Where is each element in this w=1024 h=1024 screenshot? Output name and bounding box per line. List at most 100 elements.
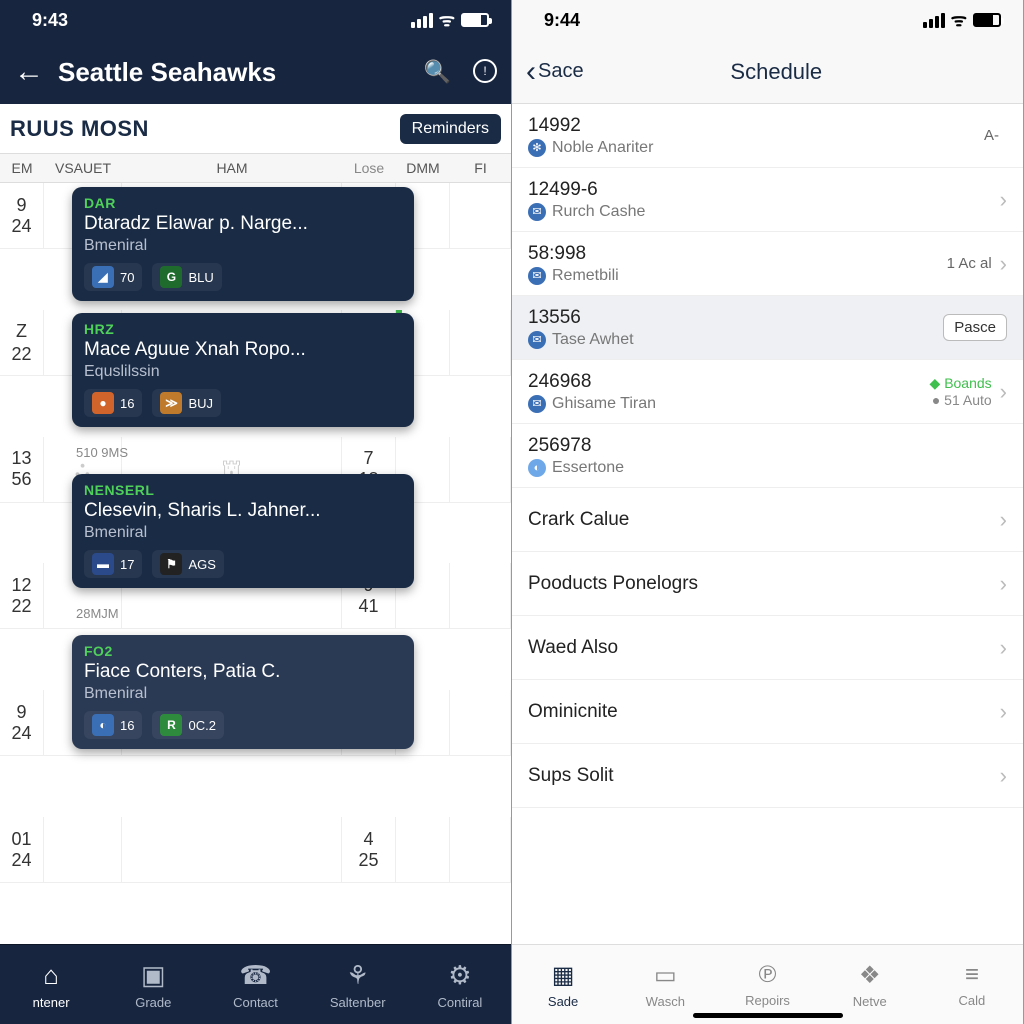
team-logo: R — [160, 714, 182, 736]
list-item[interactable]: 256978◐Essertone — [512, 424, 1023, 488]
row-title: Sups Solit — [528, 765, 1000, 787]
row-title: Crark Calue — [528, 509, 1000, 531]
row-number: 12499-6 — [528, 179, 1000, 201]
row-subtitle: ✉Remetbili — [528, 267, 947, 285]
tab-contact[interactable]: ☎Contact — [204, 945, 306, 1024]
chevron-right-icon: › — [1000, 187, 1007, 213]
list-item[interactable]: 58:998 ✉Remetbili1 Ac al › — [512, 232, 1023, 296]
status-bar: 9:44 ᯤ — [512, 0, 1023, 40]
search-icon[interactable]: 🔍 — [424, 59, 451, 85]
row-type-icon: ✉ — [528, 331, 546, 349]
signal-icon — [923, 13, 945, 28]
status-badge: ● 51 Auto — [932, 392, 992, 408]
team-logo: ● — [92, 392, 114, 414]
team-logo: ◐ — [92, 714, 114, 736]
chevron-right-icon: › — [1000, 763, 1007, 789]
tab-contiral[interactable]: ⚙Contiral — [409, 945, 511, 1024]
status-time: 9:44 — [544, 10, 580, 31]
person-icon: ⚘ — [346, 960, 369, 991]
team-logo: ◢ — [92, 266, 114, 288]
row-number: 58:998 — [528, 243, 947, 265]
nav-bar: ‹Sace Schedule — [512, 40, 1023, 104]
back-button[interactable]: ← — [14, 57, 44, 87]
list-item[interactable]: Sups Solit› — [512, 744, 1023, 808]
tab-home[interactable]: ⌂ntener — [0, 945, 102, 1024]
row-type-icon: ✉ — [528, 395, 546, 413]
game-card[interactable]: DAR Dtaradz Elawar p. Narge... Bmeniral … — [72, 187, 414, 301]
row-number: 13556 — [528, 307, 943, 329]
list-item[interactable]: Crark Calue› — [512, 488, 1023, 552]
row-subtitle: ◐Essertone — [528, 459, 1007, 477]
game-card[interactable]: HRZ Mace Aguue Xnah Ropo... Equslilssin … — [72, 313, 414, 427]
info-icon[interactable]: ! — [473, 59, 497, 83]
grade-icon: ▣ — [141, 960, 166, 991]
status-icons: ᯤ — [923, 8, 1001, 32]
row-action-button[interactable]: Pasce — [943, 314, 1007, 341]
chevron-right-icon: › — [1000, 571, 1007, 597]
row-type-icon: ✻ — [528, 139, 546, 157]
status-time: 9:43 — [32, 10, 68, 31]
game-cards: DAR Dtaradz Elawar p. Narge... Bmeniral … — [72, 187, 414, 749]
tab-cald[interactable]: ≡Cald — [921, 945, 1023, 1024]
list-item[interactable]: 12499-6✉Rurch Cashe› — [512, 168, 1023, 232]
row-title: Ominicnite — [528, 701, 1000, 723]
table-header: EM VSAUET HAM Lose DMM FI — [0, 154, 511, 183]
col-lo: Lose — [342, 154, 396, 182]
main-scroll[interactable]: 924 622 Z22 112 1356 ⛬⛫ 718 1222 941 924… — [0, 183, 511, 944]
tab-bar: ⌂ntener ▣Grade ☎Contact ⚘Saltenber ⚙Cont… — [0, 944, 511, 1024]
status-badge: ◆ Boands — [930, 375, 992, 392]
row-number: 246968 — [528, 371, 930, 393]
reminders-button[interactable]: Reminders — [400, 114, 501, 144]
wifi-icon: ᯤ — [951, 8, 967, 32]
home-icon: ⌂ — [43, 960, 59, 991]
nav-title: Schedule — [544, 59, 1009, 85]
row-subtitle: ✉Ghisame Tiran — [528, 395, 930, 413]
chevron-right-icon: › — [1000, 379, 1007, 405]
row-type-icon: ✉ — [528, 267, 546, 285]
list-item[interactable]: 13556 ✉Tase AwhetPasce — [512, 296, 1023, 360]
row-meta: 1 Ac al — [947, 255, 992, 272]
row-type-icon: ◐ — [528, 459, 546, 477]
tab-grade[interactable]: ▣Grade — [102, 945, 204, 1024]
sade-icon: ▦ — [552, 961, 575, 990]
tab-bar: ▦Sade ▭Wasch ℗Repoirs ❖Netve ≡Cald — [512, 944, 1023, 1024]
row-number: 14992 — [528, 115, 984, 137]
row-meta: A- — [984, 127, 999, 144]
col-vs: VSAUET — [44, 154, 122, 182]
row-subtitle: ✉Tase Awhet — [528, 331, 943, 349]
subline: 510 9MS — [76, 445, 414, 460]
repoirs-icon: ℗ — [759, 961, 777, 989]
list-item[interactable]: Waed Also› — [512, 616, 1023, 680]
team-logo: ⚑ — [160, 553, 182, 575]
menu-icon: ≡ — [965, 961, 979, 989]
tab-saltenber[interactable]: ⚘Saltenber — [307, 945, 409, 1024]
row-type-icon: ✉ — [528, 203, 546, 221]
schedule-list[interactable]: 14992✻Noble AnariterA-12499-6✉Rurch Cash… — [512, 104, 1023, 944]
team-logo: ▬ — [92, 553, 114, 575]
col-ha: HAM — [122, 154, 342, 182]
tab-sade[interactable]: ▦Sade — [512, 945, 614, 1024]
chevron-right-icon: › — [1000, 699, 1007, 725]
status-bar: 9:43 ᯤ — [0, 0, 511, 40]
section-title: RUUS MOSN — [10, 116, 149, 142]
phone-right: 9:44 ᯤ ‹Sace Schedule 14992 ✻Noble Anarit… — [512, 0, 1024, 1024]
team-logo: G — [160, 266, 182, 288]
list-item[interactable]: Pooducts Ponelogrs› — [512, 552, 1023, 616]
game-card[interactable]: FO2 Fiace Conters, Patia C. Bmeniral ◐16… — [72, 635, 414, 749]
signal-icon — [411, 13, 433, 28]
gear-icon: ⚙ — [448, 960, 471, 991]
list-item[interactable]: 246968 ✉Ghisame Tiran◆ Boands● 51 Auto › — [512, 360, 1023, 424]
netve-icon: ❖ — [859, 961, 881, 990]
nav-title: Seattle Seahawks — [58, 57, 410, 88]
chevron-right-icon: › — [1000, 251, 1007, 277]
row-title: Pooducts Ponelogrs — [528, 573, 1000, 595]
contact-icon: ☎ — [239, 960, 271, 991]
phone-left: 9:43 ᯤ ← Seattle Seahawks 🔍 ! RUUS MOSN … — [0, 0, 512, 1024]
row-subtitle: ✻Noble Anariter — [528, 139, 984, 157]
home-indicator[interactable] — [693, 1013, 843, 1018]
list-item[interactable]: Ominicnite› — [512, 680, 1023, 744]
list-item[interactable]: 14992 ✻Noble AnariterA- — [512, 104, 1023, 168]
game-card[interactable]: NENSERL Clesevin, Sharis L. Jahner... Bm… — [72, 474, 414, 588]
wasch-icon: ▭ — [654, 961, 677, 990]
col-fi: FI — [450, 154, 511, 182]
